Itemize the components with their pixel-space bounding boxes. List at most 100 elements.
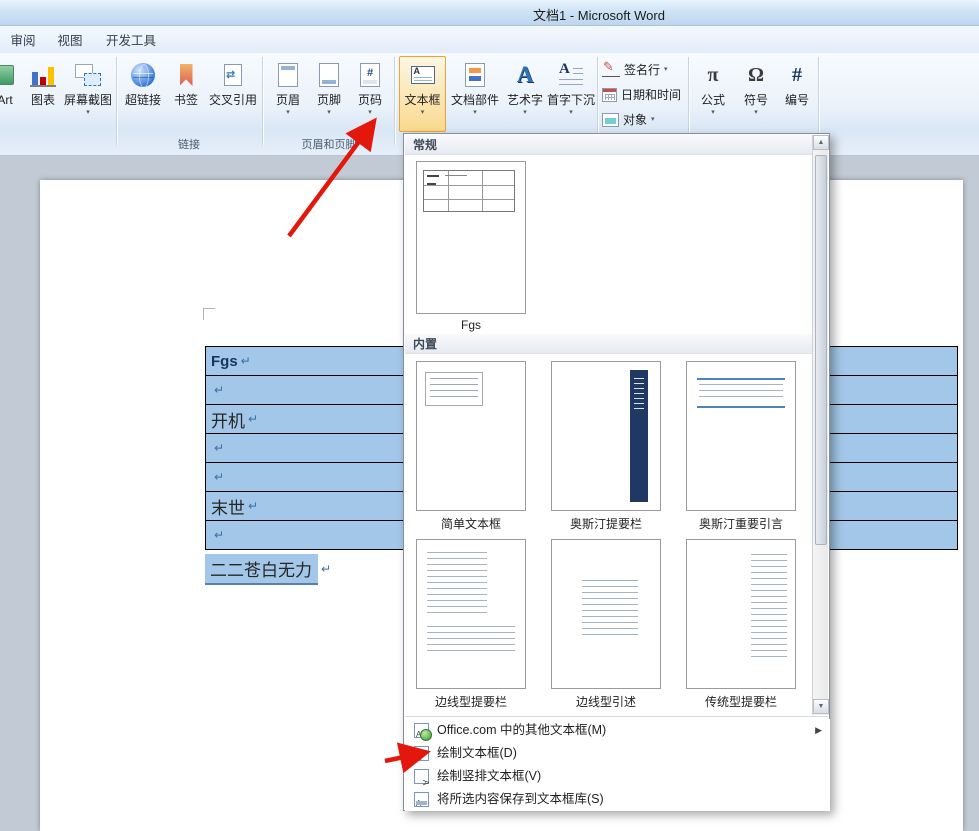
gallery-preview — [551, 539, 661, 689]
group-divider — [688, 57, 690, 145]
chevron-down-icon: ▾ — [286, 108, 290, 117]
tab-review[interactable]: 审阅 — [2, 30, 44, 52]
menu-separator — [405, 716, 828, 717]
gallery-preview — [416, 161, 526, 314]
paragraph-mark-icon: ↵ — [241, 354, 251, 368]
text-small-buttons: 签名行 ▾ 日期和时间 对象 ▾ — [600, 57, 686, 132]
word-window: 文档1 - Microsoft Word 审阅 视图 开发工具 Art 图表 屏… — [0, 0, 979, 831]
chevron-down-icon: ▾ — [523, 108, 527, 117]
paragraph-mark-icon: ↵ — [248, 412, 258, 426]
cross-reference-icon — [224, 57, 242, 93]
number-button[interactable]: # 编号 — [778, 56, 816, 132]
scroll-up-button[interactable]: ▲ — [813, 135, 829, 150]
object-button[interactable]: 对象 ▾ — [600, 107, 686, 132]
screenshot-button[interactable]: 屏幕截图 ▾ — [62, 56, 114, 132]
chevron-down-icon: ▾ — [711, 108, 715, 117]
equation-pi-icon: π — [708, 57, 719, 93]
tab-developer[interactable]: 开发工具 — [98, 30, 164, 52]
selected-paragraph[interactable]: 二二苍白无力 ↵ — [205, 556, 331, 582]
group-divider — [394, 57, 396, 145]
paragraph-mark-icon: ↵ — [321, 562, 331, 576]
gallery-preview — [686, 539, 796, 689]
drop-cap-icon — [558, 57, 584, 93]
date-time-button[interactable]: 日期和时间 — [600, 82, 686, 107]
gallery-item-sideline-quote[interactable]: 边线型引述 — [545, 536, 667, 708]
footer-button[interactable]: 页脚 ▾ — [310, 56, 348, 132]
chevron-down-icon: ▾ — [368, 108, 372, 117]
gallery-item-austin-quote[interactable]: 奥斯汀重要引言 — [680, 358, 802, 530]
text-box-gallery-dropdown: 常规 Fgs 内置 简单文本框 奥斯汀提要栏 — [403, 133, 830, 811]
office-com-textbox-icon — [414, 723, 429, 738]
drop-cap-button[interactable]: 首字下沉 ▾ — [546, 56, 596, 132]
text-box-icon — [411, 57, 435, 93]
group-label-header-footer: 页眉和页脚 — [266, 136, 392, 150]
gallery-section-builtin: 内置 — [405, 334, 814, 354]
page-number-button[interactable]: 页码 ▾ — [350, 56, 390, 132]
scroll-down-button[interactable]: ▼ — [813, 699, 829, 714]
hyperlink-globe-icon — [131, 57, 155, 93]
header-button[interactable]: 页眉 ▾ — [268, 56, 308, 132]
window-title: 文档1 - Microsoft Word — [533, 5, 665, 24]
chevron-down-icon: ▾ — [569, 108, 573, 117]
gallery-item-sideline-sidebar[interactable]: 边线型提要栏 — [410, 536, 532, 708]
symbol-omega-icon: Ω — [748, 57, 764, 93]
bookmark-button[interactable]: 书签 — [168, 56, 204, 132]
quick-parts-button[interactable]: 文档部件 ▾ — [448, 56, 502, 132]
chevron-down-icon: ▾ — [664, 65, 668, 74]
menu-item-save-selection-to-gallery[interactable]: 将所选内容保存到文本框库(S) — [405, 788, 830, 811]
signature-line-icon — [602, 62, 620, 77]
cross-reference-button[interactable]: 交叉引用 — [206, 56, 260, 132]
gallery-preview — [416, 539, 526, 689]
chevron-down-icon: ▾ — [86, 108, 90, 117]
paragraph-mark-icon: ↵ — [214, 470, 224, 484]
bookmark-icon — [180, 57, 193, 93]
chevron-down-icon: ▾ — [473, 108, 477, 117]
header-icon — [278, 57, 298, 93]
chevron-down-icon: ▾ — [651, 115, 655, 124]
submenu-arrow-icon: ▶ — [815, 719, 822, 742]
screenshot-icon — [75, 57, 101, 93]
gallery-item-simple-textbox[interactable]: 简单文本框 — [410, 358, 532, 530]
tab-view[interactable]: 视图 — [50, 30, 90, 52]
hyperlink-button[interactable]: 超链接 — [120, 56, 166, 132]
page-number-icon — [360, 57, 380, 93]
selected-text: 二二苍白无力 — [205, 554, 318, 585]
menu-item-draw-vertical-textbox[interactable]: 绘制竖排文本框(V) — [405, 765, 830, 788]
draw-textbox-icon — [414, 746, 429, 761]
wordart-button[interactable]: 艺术字 ▾ — [504, 56, 546, 132]
smartart-icon — [0, 57, 14, 93]
save-to-textbox-gallery-icon — [414, 792, 429, 807]
gallery-item-traditional-sidebar[interactable]: 传统型提要栏 — [680, 536, 802, 708]
paragraph-mark-icon: ↵ — [214, 528, 224, 542]
title-bar: 文档1 - Microsoft Word — [0, 0, 979, 26]
quick-parts-icon — [465, 57, 485, 93]
gallery-preview — [551, 361, 661, 511]
paragraph-mark-icon: ↵ — [248, 499, 258, 513]
menu-item-draw-textbox[interactable]: 绘制文本框(D) — [405, 742, 830, 765]
draw-vertical-textbox-icon — [414, 769, 429, 784]
chevron-down-icon: ▾ — [421, 108, 425, 117]
number-hash-icon: # — [792, 57, 802, 93]
smartart-button[interactable]: Art — [0, 56, 24, 132]
group-divider — [116, 57, 118, 145]
text-box-button[interactable]: 文本框 ▾ — [399, 56, 446, 132]
chevron-down-icon: ▾ — [754, 108, 758, 117]
group-divider — [818, 57, 820, 145]
gallery-preview — [686, 361, 796, 511]
signature-line-button[interactable]: 签名行 ▾ — [600, 57, 686, 82]
menu-item-more-textboxes-office[interactable]: Office.com 中的其他文本框(M) ▶ — [405, 719, 830, 742]
equation-button[interactable]: π 公式 ▾ — [692, 56, 734, 132]
chart-button[interactable]: 图表 — [24, 56, 62, 132]
gallery-preview — [416, 361, 526, 511]
ribbon-tab-row: 审阅 视图 开发工具 — [0, 26, 979, 53]
paragraph-mark-icon: ↵ — [214, 383, 224, 397]
margin-crop-mark — [203, 308, 215, 320]
scrollbar-thumb[interactable] — [815, 155, 827, 545]
gallery-scrollbar[interactable]: ▲ ▼ — [812, 135, 828, 715]
gallery-item-austin-sidebar[interactable]: 奥斯汀提要栏 — [545, 358, 667, 530]
symbol-button[interactable]: Ω 符号 ▾ — [736, 56, 776, 132]
group-divider — [262, 57, 264, 145]
chart-icon — [30, 57, 56, 93]
gallery-item-fgs[interactable]: Fgs — [410, 158, 532, 336]
chevron-down-icon: ▾ — [327, 108, 331, 117]
